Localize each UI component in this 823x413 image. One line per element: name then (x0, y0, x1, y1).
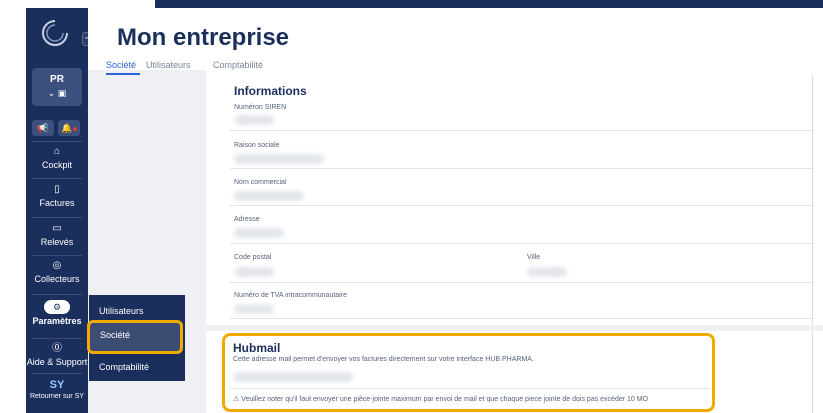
app-logo-icon (42, 20, 68, 46)
separator (230, 205, 814, 206)
nav-divider (32, 141, 82, 142)
sidebar-item-parametres[interactable]: ⚙ Paramètres (26, 300, 88, 326)
tab-utilisateurs[interactable]: Utilisateurs (146, 60, 191, 70)
nav-divider (32, 373, 82, 374)
sidebar-item-factures[interactable]: ▯ Factures (26, 184, 88, 208)
sidebar-item-collecteurs[interactable]: ◎ Collecteurs (26, 260, 88, 284)
chevron-down-icon: ⌄ ▣ (47, 88, 67, 98)
nav-divider (32, 217, 82, 218)
sidebar-item-label: Collecteurs (34, 274, 80, 284)
label-tva: Numéro de TVA intracommunautaire (234, 292, 347, 299)
nav-divider (32, 294, 82, 295)
separator (230, 168, 814, 169)
sidebar-item-label: Retourner sur SY (29, 393, 85, 400)
hubmail-description: Cette adresse mail permet d'envoyer vos … (233, 356, 534, 363)
separator (230, 282, 814, 283)
user-initials: PR (50, 74, 64, 85)
label-ville: Ville (527, 254, 541, 261)
flyout-item-comptabilite[interactable]: Comptabilité (99, 362, 149, 372)
hubmail-address-redacted (233, 372, 353, 382)
hubmail-warning: ⚠ Veuillez noter qu'il faut envoyer une … (233, 396, 649, 403)
document-icon: ▯ (54, 184, 60, 195)
sidebar-item-retour-sy[interactable]: SY Retourner sur SY (26, 379, 88, 400)
bell-icon: 🔔 (61, 123, 73, 133)
nav-divider (32, 338, 82, 339)
section-title-informations: Informations (234, 84, 307, 98)
tva-value-redacted (234, 304, 274, 314)
sidebar-item-label: Relevés (40, 237, 74, 247)
section-title-hubmail: Hubmail (233, 341, 281, 355)
separator (230, 388, 710, 389)
collector-icon: ◎ (52, 260, 62, 271)
sidebar-item-label: Aide & Support (26, 357, 88, 367)
home-icon: ⌂ (53, 146, 61, 157)
raison-value-redacted (234, 154, 324, 164)
notifications-button[interactable]: 🔔 (58, 120, 80, 136)
sidebar-item-cockpit[interactable]: ⌂ Cockpit (26, 146, 88, 170)
tab-comptabilite[interactable]: Comptabilité (213, 60, 263, 70)
sy-logo-icon: SY (49, 379, 65, 391)
flyout-item-societe[interactable]: Société (87, 320, 183, 354)
nav-divider (32, 178, 82, 179)
cp-value-redacted (234, 267, 274, 277)
sidebar-item-aide[interactable]: ⓪ Aide & Support (26, 343, 88, 367)
top-band-light (0, 0, 155, 8)
siren-value-redacted (234, 115, 274, 125)
sidebar-item-label: Paramètres (32, 316, 82, 326)
gear-icon: ⚙ (44, 300, 70, 314)
megaphone-button[interactable]: 📢 (32, 120, 54, 136)
tab-societe[interactable]: Société (106, 60, 136, 70)
sidebar-item-label: Cockpit (41, 160, 72, 170)
flyout-item-label: Société (100, 330, 131, 340)
tab-underline (106, 73, 140, 75)
sidebar: PR ⌄ ▣ 📢 🔔 ⌂ Cockpit ▯ Factures ▭ Relevé… (26, 8, 88, 413)
user-account-button[interactable]: PR ⌄ ▣ (32, 68, 82, 106)
separator (230, 318, 814, 319)
label-siren: Numéron SIREN (234, 104, 287, 111)
label-nom-commercial: Nom commercial (234, 179, 287, 186)
label-raison-sociale: Raison sociale (234, 142, 280, 149)
notification-dot (72, 126, 77, 131)
megaphone-icon: 📢 (37, 123, 49, 133)
nav-divider (32, 255, 82, 256)
page-title: Mon entreprise (117, 24, 290, 51)
label-adresse: Adresse (234, 216, 260, 223)
sidebar-item-releves[interactable]: ▭ Relevés (26, 223, 88, 247)
adresse-value-redacted (234, 228, 284, 238)
separator (230, 243, 814, 244)
separator (230, 130, 814, 131)
section-gap (206, 325, 823, 331)
content-right-border (812, 75, 813, 413)
sidebar-item-label: Factures (39, 198, 75, 208)
ville-value-redacted (527, 267, 567, 277)
flyout-item-utilisateurs[interactable]: Utilisateurs (99, 306, 144, 316)
folder-icon: ▭ (52, 223, 62, 234)
label-code-postal: Code postal (234, 254, 272, 261)
help-icon: ⓪ (52, 343, 62, 354)
nom-value-redacted (234, 191, 304, 201)
